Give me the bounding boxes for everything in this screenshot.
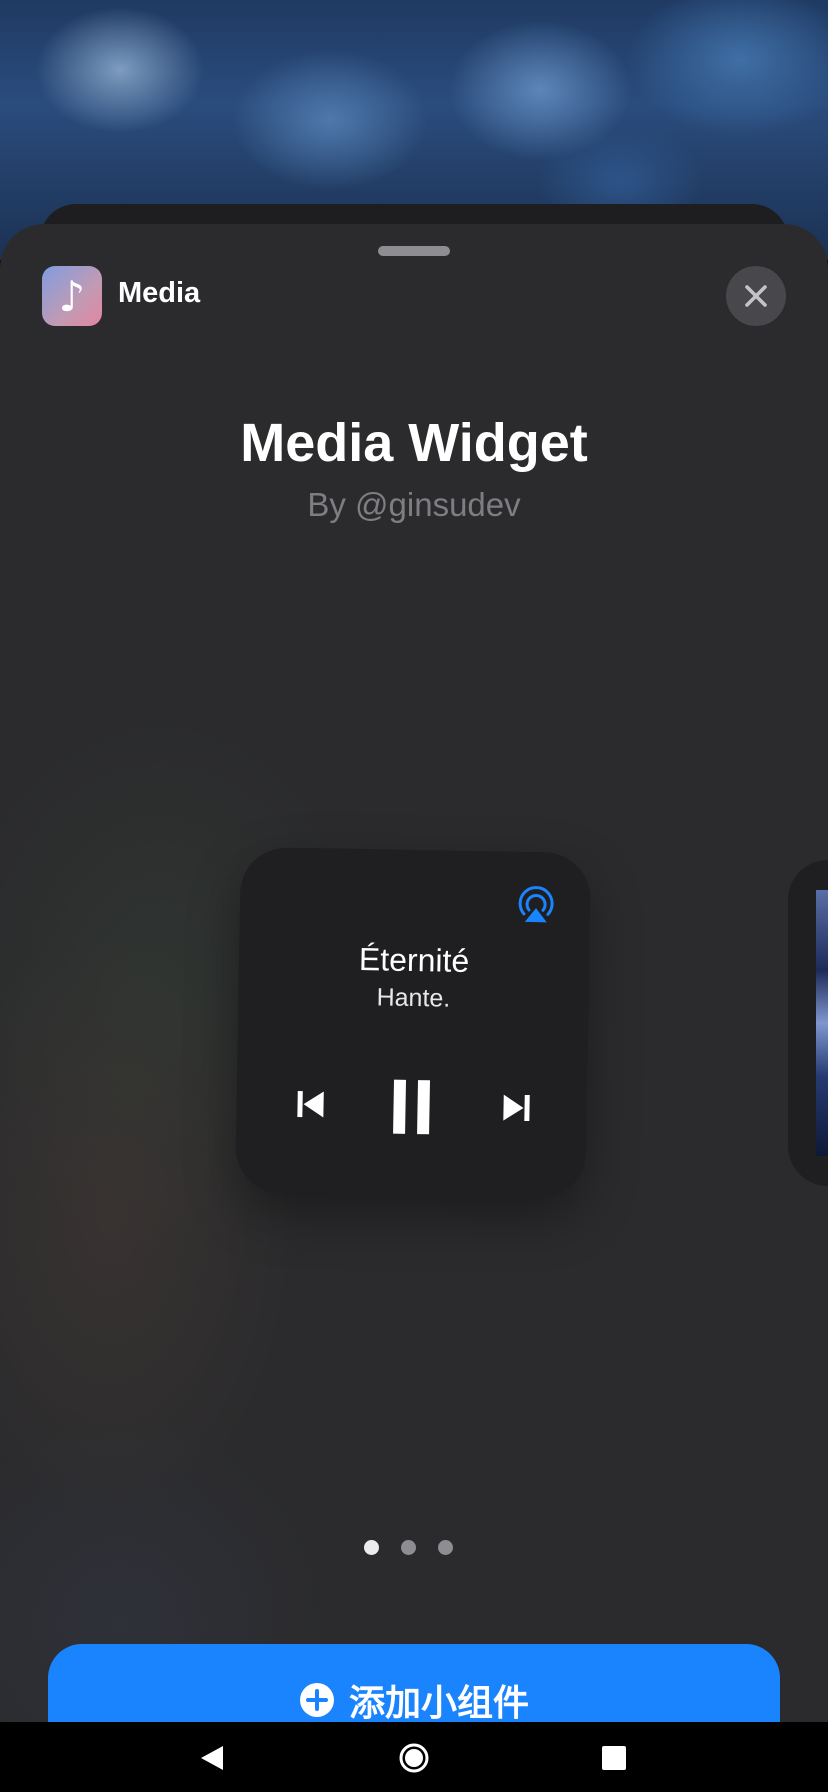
previous-track-icon: [297, 1090, 324, 1118]
next-track-icon: [503, 1094, 530, 1122]
recents-icon: [602, 1746, 626, 1770]
close-button[interactable]: [726, 266, 786, 326]
media-widget-preview[interactable]: Éternité Hante.: [235, 846, 591, 1200]
previous-track-button[interactable]: [290, 1084, 331, 1125]
widget-gallery-sheet: ♪ Media Media Widget By @ginsudev Éterni…: [0, 224, 828, 1722]
close-icon: [745, 285, 767, 307]
page-dot-3[interactable]: [438, 1540, 453, 1555]
page-dot-2[interactable]: [401, 1540, 416, 1555]
add-widget-label: 添加小组件: [348, 1683, 529, 1724]
airplay-icon[interactable]: [516, 886, 557, 927]
next-widget-preview-peek[interactable]: [788, 860, 828, 1186]
sheet-grabber[interactable]: [378, 246, 450, 256]
recents-button[interactable]: [594, 1738, 634, 1778]
home-button[interactable]: [394, 1738, 434, 1778]
back-button[interactable]: [192, 1738, 232, 1778]
widget-author: By @ginsudev: [307, 486, 521, 523]
next-track-button[interactable]: [496, 1087, 537, 1128]
page-indicator[interactable]: [364, 1540, 453, 1555]
page-dot-1[interactable]: [364, 1540, 379, 1555]
pause-button[interactable]: [386, 1074, 437, 1141]
plus-circle-icon: [299, 1683, 334, 1717]
album-art-thumbnail: [816, 890, 828, 1156]
widget-title: Media Widget: [240, 413, 588, 473]
pause-icon: [393, 1079, 431, 1135]
app-name: Media: [118, 277, 201, 309]
home-icon: [399, 1743, 429, 1773]
system-navigation-bar: [0, 1722, 828, 1792]
back-icon: [201, 1746, 223, 1770]
app-icon-glyph: ♪: [58, 271, 86, 321]
track-title: Éternité: [358, 941, 470, 979]
track-artist: Hante.: [376, 983, 451, 1013]
music-note-icon: ♪: [42, 266, 102, 326]
